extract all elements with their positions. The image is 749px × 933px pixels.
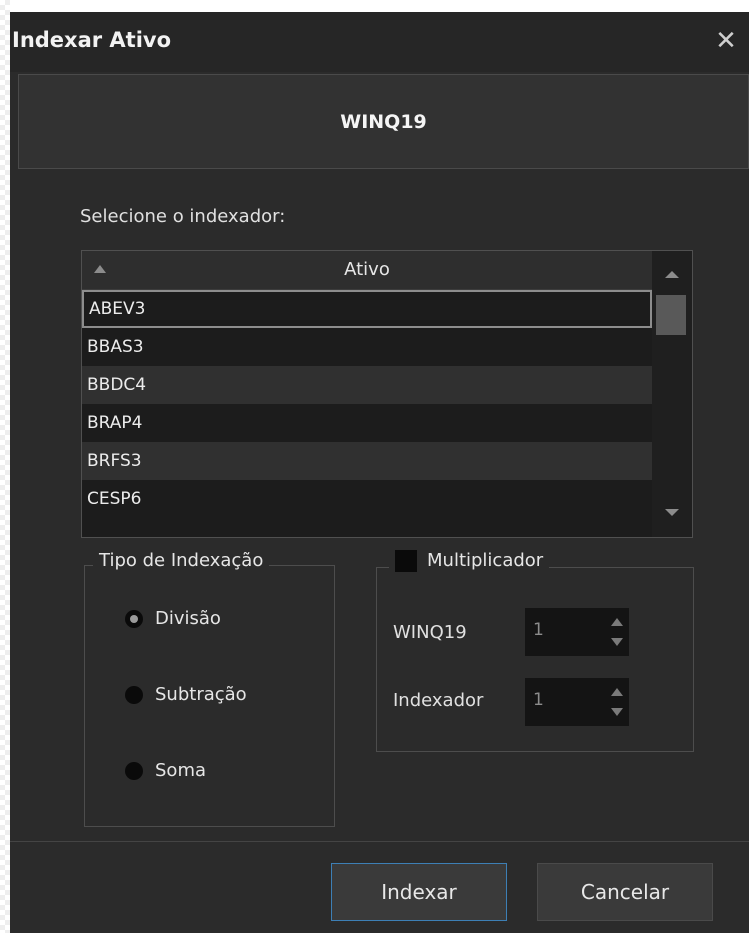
asset-name: WINQ19 xyxy=(340,111,427,133)
table-row[interactable]: ABEV3 xyxy=(82,290,652,328)
radio-label: Subtração xyxy=(155,684,247,705)
indexer-table: Ativo ABEV3 BBAS3 BBDC4 BRAP4 BRFS3 CESP… xyxy=(81,250,693,538)
radio-button-icon[interactable] xyxy=(125,610,143,628)
multiplier-group: Multiplicador WINQ19 1 Indexador 1 xyxy=(376,550,694,752)
winq19-multiplier-input[interactable]: 1 xyxy=(525,608,629,656)
scroll-thumb[interactable] xyxy=(656,295,686,335)
multiplier-checkbox[interactable] xyxy=(395,550,417,572)
spin-up-icon[interactable] xyxy=(611,618,623,626)
dialog-title: Indexar Ativo xyxy=(12,28,172,52)
spin-down-icon[interactable] xyxy=(611,708,623,716)
multiplier-label: Multiplicador xyxy=(427,550,544,571)
title-bar: Indexar Ativo ✕ xyxy=(10,12,749,72)
indexador-label: Indexador xyxy=(393,690,484,711)
table-row[interactable]: CESP6 xyxy=(82,480,652,518)
scroll-down-icon[interactable] xyxy=(665,509,679,516)
radio-button-icon[interactable] xyxy=(125,762,143,780)
indexador-multiplier-input[interactable]: 1 xyxy=(525,678,629,726)
multiplier-legend[interactable]: Multiplicador xyxy=(389,550,550,572)
footer-divider xyxy=(10,841,749,842)
radio-subtracao[interactable]: Subtração xyxy=(125,684,247,705)
asset-header: WINQ19 xyxy=(18,74,749,169)
radio-soma[interactable]: Soma xyxy=(125,760,206,781)
desktop-edge xyxy=(0,0,10,933)
table-header[interactable]: Ativo xyxy=(82,251,652,290)
indexing-type-legend: Tipo de Indexação xyxy=(93,550,270,571)
indexar-button[interactable]: Indexar xyxy=(331,863,507,921)
spin-down-icon[interactable] xyxy=(611,638,623,646)
table-scrollbar[interactable] xyxy=(652,251,692,537)
table-rows: ABEV3 BBAS3 BBDC4 BRAP4 BRFS3 CESP6 xyxy=(82,290,652,518)
selector-label: Selecione o indexador: xyxy=(80,206,286,227)
radio-divisao[interactable]: Divisão xyxy=(125,608,221,629)
spin-value: 1 xyxy=(533,690,544,710)
table-row[interactable]: BBAS3 xyxy=(82,328,652,366)
spin-up-icon[interactable] xyxy=(611,688,623,696)
radio-button-icon[interactable] xyxy=(125,686,143,704)
cancelar-button[interactable]: Cancelar xyxy=(537,863,713,921)
radio-label: Divisão xyxy=(155,608,221,629)
spin-value: 1 xyxy=(533,620,544,640)
table-row[interactable]: BBDC4 xyxy=(82,366,652,404)
table-row[interactable]: BRFS3 xyxy=(82,442,652,480)
index-asset-dialog: Indexar Ativo ✕ WINQ19 Selecione o index… xyxy=(10,12,749,933)
table-row[interactable]: BRAP4 xyxy=(82,404,652,442)
indexing-type-group: Tipo de Indexação Divisão Subtração Soma xyxy=(84,550,335,827)
close-icon[interactable]: ✕ xyxy=(711,26,741,56)
radio-label: Soma xyxy=(155,760,207,781)
column-header-ativo: Ativo xyxy=(344,259,390,280)
scroll-up-icon[interactable] xyxy=(665,271,679,278)
winq19-label: WINQ19 xyxy=(393,622,467,643)
